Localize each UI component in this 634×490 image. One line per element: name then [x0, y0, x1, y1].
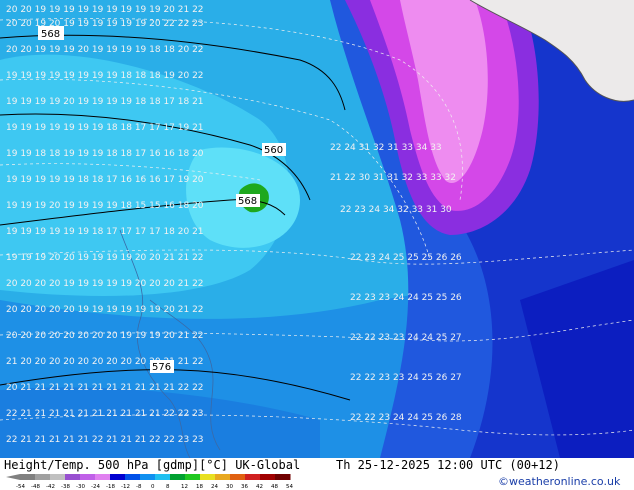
- svg-text:20 20 20 20 20 20 20 20 19 19: 20 20 20 20 20 20 20 20 19 19 19 20 21 2…: [6, 331, 204, 341]
- colorbar-tick-label: 0: [151, 484, 155, 490]
- svg-text:22 24 31 32 31 33 34 33: 22 24 31 32 31 33 34 33: [330, 143, 442, 153]
- colorbar-tick-label: 18: [196, 484, 203, 490]
- svg-text:19 19 19 20 20 19 19 19 19 20: 19 19 19 20 20 19 19 19 19 20 20 21 21 2…: [6, 253, 204, 263]
- svg-text:568: 568: [238, 196, 257, 207]
- colorbar-segment: [110, 474, 126, 480]
- height-label: 568: [236, 194, 260, 207]
- colorbar-segment: [80, 474, 96, 480]
- credit-link[interactable]: ©weatheronline.co.uk: [498, 475, 620, 488]
- svg-text:22 23 23 24 24 25 25 26: 22 23 23 24 24 25 25 26: [350, 293, 462, 303]
- svg-text:22 23 24 34 32 33 31 30: 22 23 24 34 32 33 31 30: [340, 205, 452, 215]
- map-footer: Height/Temp. 500 hPa [gdmp][°C] UK-Globa…: [0, 458, 634, 490]
- colorbar-arrow: [6, 474, 20, 480]
- colorbar-tick-label: -38: [61, 484, 70, 490]
- colorbar-tick-label: 54: [286, 484, 293, 490]
- svg-text:19 19 19 19 19 19 18 17 17 17: 19 19 19 19 19 19 18 17 17 17 17 18 20 2…: [6, 227, 204, 237]
- colorbar-segment: [65, 474, 81, 480]
- svg-text:560: 560: [264, 145, 283, 156]
- svg-text:22 21 21 21 21 21 21 21 21 21: 22 21 21 21 21 21 21 21 21 21 21 22 22 2…: [6, 409, 204, 419]
- colorbar-segment: [35, 474, 51, 480]
- colorbar-tick-label: -8: [136, 484, 142, 490]
- svg-text:20 20 19 19 19 20 19 19 19 19: 20 20 19 19 19 20 19 19 19 19 18 18 20 2…: [6, 45, 204, 55]
- svg-text:20 21 21 21 21 21 21 21 21 21: 20 21 21 21 21 21 21 21 21 21 21 21 22 2…: [6, 383, 204, 393]
- height-label: 560: [262, 143, 286, 156]
- colorbar-segment: [125, 474, 141, 480]
- svg-text:20 20 20 20 20 19 19 19 19 19: 20 20 20 20 20 19 19 19 19 19 19 20 21 2…: [6, 305, 204, 315]
- colorbar-segment: [215, 474, 231, 480]
- height-label: 576: [150, 360, 174, 373]
- colorbar-tick-label: 8: [166, 484, 170, 490]
- svg-text:576: 576: [152, 362, 171, 373]
- colorbar-segment: [95, 474, 111, 480]
- svg-text:19 19 19 19 19 19 19 19 18 18: 19 19 19 19 19 19 19 19 18 18 18 19 20 2…: [6, 71, 204, 81]
- colorbar-tick-label: -42: [46, 484, 55, 490]
- svg-text:20 20 19 19 19 19 19 19 19 19: 20 20 19 19 19 19 19 19 19 19 19 20 21 2…: [6, 5, 204, 15]
- colorbar-tick-label: -12: [121, 484, 130, 490]
- svg-text:568: 568: [41, 29, 60, 40]
- colorbar-tick-label: 30: [226, 484, 233, 490]
- colorbar-tick-label: -54: [16, 484, 25, 490]
- colorbar-tick-label: -24: [91, 484, 100, 490]
- svg-text:22 23 24 25 25 25 26 26: 22 23 24 25 25 25 26 26: [350, 253, 462, 263]
- svg-text:20 20 20 20 19 19 19 19 19 20: 20 20 20 20 19 19 19 19 19 20 20 20 21 2…: [6, 279, 204, 289]
- svg-text:22 22 23 23 24 25 26 27: 22 22 23 23 24 25 26 27: [350, 373, 462, 383]
- svg-text:19 19 18 18 19 19 19 18 18 17: 19 19 18 18 19 19 19 18 18 17 16 16 18 2…: [6, 149, 204, 159]
- map-title: Height/Temp. 500 hPa [gdmp][°C] UK-Globa…: [4, 458, 301, 472]
- valid-time: Th 25-12-2025 12:00 UTC (00+12): [336, 458, 560, 472]
- colorbar-tick-label: -48: [31, 484, 40, 490]
- colorbar-segment: [275, 474, 291, 480]
- colorbar-segment: [155, 474, 171, 480]
- colorbar-tick-label: -30: [76, 484, 85, 490]
- colorbar-tick-label: 12: [181, 484, 188, 490]
- svg-text:19 19 19 19 19 19 19 18 18 17: 19 19 19 19 19 19 19 18 18 17 17 17 19 2…: [6, 123, 204, 133]
- colorbar-tick-label: -18: [106, 484, 115, 490]
- height-label: 568: [38, 26, 64, 40]
- colorbar-segment: [50, 474, 66, 480]
- weather-map: 20 20 19 19 19 19 19 19 19 19 19 20 21 2…: [0, 0, 634, 458]
- svg-text:22 22 23 23 24 24 25 27: 22 22 23 23 24 24 25 27: [350, 333, 462, 343]
- svg-text:22 22 23 24 24 25 26 28: 22 22 23 24 24 25 26 28: [350, 413, 462, 423]
- svg-text:19 19 19 19 20 19 19 19 19 18: 19 19 19 19 20 19 19 19 19 18 18 17 18 2…: [6, 97, 204, 107]
- colorbar-tick-label: 24: [211, 484, 218, 490]
- colorbar-segment: [20, 474, 36, 480]
- colorbar-segment: [170, 474, 186, 480]
- colorbar-segment: [230, 474, 246, 480]
- colorbar-tick-label: 36: [241, 484, 248, 490]
- colorbar-tick-label: 42: [256, 484, 263, 490]
- svg-text:21 22 30 31 31 32 33 33 32: 21 22 30 31 31 32 33 33 32: [330, 173, 456, 183]
- svg-text:22 21 21 21 21 21 22 21 21 21: 22 21 21 21 21 21 22 21 21 21 22 22 23 2…: [6, 435, 204, 445]
- svg-text:19 19 19 20 19 19 19 19 18 15: 19 19 19 20 19 19 19 19 18 15 15 16 18 2…: [6, 201, 204, 211]
- svg-text:20 20 19 20 19 19 19 19 19 19: 20 20 19 20 19 19 19 19 19 19 20 22 22 2…: [6, 19, 204, 29]
- colorbar-segment: [185, 474, 201, 480]
- colorbar-segment: [140, 474, 156, 480]
- colorbar: -54 -48 -42 -38 -30 -24 -18 -12 -8 0 8 12 18 24 30 36 42…: [6, 474, 293, 490]
- colorbar-segment: [245, 474, 261, 480]
- svg-text:19 19 19 19 19 18 18 17 16 16: 19 19 19 19 19 18 18 17 16 16 16 17 19 2…: [6, 175, 204, 185]
- colorbar-tick-label: 48: [271, 484, 278, 490]
- colorbar-segment: [200, 474, 216, 480]
- colorbar-segment: [260, 474, 276, 480]
